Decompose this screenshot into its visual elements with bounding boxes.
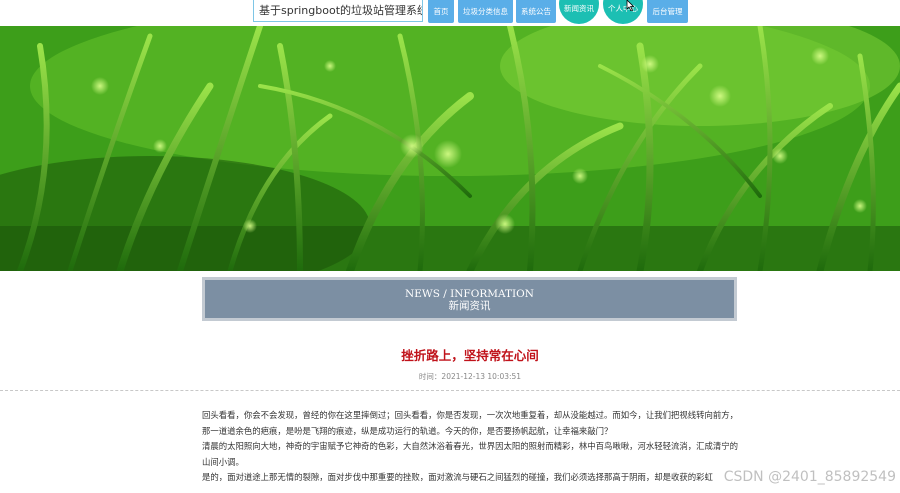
nav-announcements[interactable]: 系统公告 bbox=[516, 0, 556, 23]
article-paragraph: 回头看看，你会不会发现，曾经的你在这里摔倒过；回头看看，你是否发现，一次次地重复… bbox=[202, 410, 738, 436]
nav-garbage-classification[interactable]: 垃圾分类信息 bbox=[458, 0, 513, 23]
site-title: 基于springboot的垃圾站管理系统 bbox=[253, 0, 423, 22]
article-paragraph: 清晨的太阳照向大地，神奇的宇宙赋予它神奇的色彩，大自然沐浴着春光，世界因太阳的照… bbox=[202, 441, 738, 467]
section-title-en: NEWS / INFORMATION bbox=[405, 288, 534, 300]
nav-admin[interactable]: 后台管理 bbox=[647, 0, 688, 23]
watermark: CSDN @2401_85892549 bbox=[723, 469, 896, 485]
article-title: 挫折路上，坚持常在心间 bbox=[401, 348, 539, 363]
nav-news[interactable]: 新闻资讯 bbox=[559, 0, 599, 24]
section-title-cn: 新闻资讯 bbox=[448, 300, 491, 312]
grass-banner-illustration bbox=[0, 26, 900, 271]
nav-home[interactable]: 首页 bbox=[428, 0, 454, 23]
section-header: NEWS / INFORMATION 新闻资讯 bbox=[202, 277, 737, 321]
article-meta: 时间：2021-12-13 10:03:51 bbox=[418, 372, 522, 381]
mouse-cursor-icon bbox=[626, 0, 634, 11]
nav-profile[interactable]: 个人中心 bbox=[603, 0, 643, 24]
article-body: 回头看看，你会不会发现，曾经的你在这里摔倒过；回头看看，你是否发现，一次次地重复… bbox=[202, 408, 742, 486]
banner-image bbox=[0, 26, 900, 271]
divider bbox=[0, 390, 900, 391]
top-nav: 基于springboot的垃圾站管理系统 首页 垃圾分类信息 系统公告 新闻资讯… bbox=[0, 0, 900, 26]
article-paragraph: 是的，面对道途上那无情的裂隙，面对步伐中那重要的挫败，面对激流与硬石之间猛烈的碰… bbox=[202, 472, 713, 483]
